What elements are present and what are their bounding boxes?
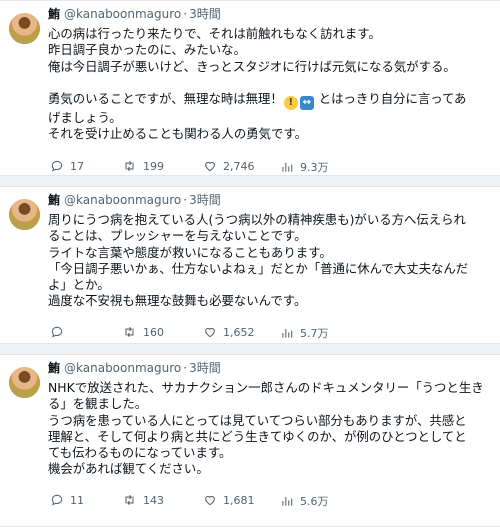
tweet-line: 心の病は行ったり来たりで、それは前触れもなく訪れます。	[48, 26, 381, 41]
exclamation-emoji-icon: !	[283, 96, 298, 111]
tweet[interactable]: 鮪 @kanaboonmaguro · 3時間 NHKで放送された、サカナクショ…	[0, 354, 500, 527]
tweet-line: る」を観ました。	[48, 396, 148, 412]
user-handle[interactable]: @kanaboonmaguro	[64, 191, 181, 209]
retweet-icon	[125, 326, 134, 338]
tweet-line: NHKで放送された、サカナクション一郎さんのドキュメンタリー「うつと生き	[48, 380, 484, 395]
reply-count: 17	[70, 159, 84, 173]
retweet-icon	[125, 494, 134, 506]
tweet[interactable]: 鮪 @kanaboonmaguro · 3時間 周りにうつ病を抱えている人(うつ…	[0, 186, 500, 344]
avatar[interactable]	[9, 13, 40, 44]
reply-count: 11	[70, 493, 84, 507]
tweet-line: 勇気のいることですが、無理な時は無理！! ↔ とはっきり自分に言ってあ	[48, 91, 490, 111]
tweet-line: 「今日調子悪いかぁ、仕方ないよねぇ」だとか「普通に休んで大丈夫なんだ	[48, 260, 469, 276]
tweet-line: ることは、プレッシャーを与えないことです。	[48, 228, 307, 244]
reply-button[interactable]: 11	[50, 493, 84, 507]
like-button[interactable]: 1,681	[203, 493, 255, 507]
reply-icon	[51, 326, 63, 338]
retweet-icon	[125, 160, 134, 172]
reply-icon	[51, 160, 63, 172]
views-button[interactable]: 9.3万	[280, 159, 329, 175]
user-handle[interactable]: @kanaboonmaguro	[64, 359, 181, 377]
tweet-line-part: 勇気のいることですが、無理な時は無理！	[48, 91, 283, 107]
retweet-button[interactable]: 160	[122, 325, 164, 339]
like-button[interactable]: 2,746	[203, 159, 255, 173]
timeline: 鮪 @kanaboonmaguro · 3時間 心の病は行ったり来たりで、それは…	[0, 0, 500, 527]
separator-dot: ·	[183, 7, 188, 21]
tweet-text: 心の病は行ったり来たりで、それは前触れもなく訪れます。 昨日調子良かったのに、み…	[48, 26, 490, 143]
like-count: 2,746	[223, 159, 255, 173]
like-button[interactable]: 1,652	[203, 325, 255, 339]
view-count: 5.6万	[300, 495, 329, 508]
retweet-button[interactable]: 199	[122, 159, 164, 173]
tweet-line: 昨日調子良かったのに、みたいな。	[48, 42, 246, 58]
tweet-line: 理解と、そして何より病と共にどう生きてゆくのか、が例のひとつとしてと	[48, 428, 467, 444]
tweet-header: 鮪 @kanaboonmaguro · 3時間	[48, 359, 221, 377]
like-count: 1,652	[223, 325, 255, 339]
tweet-text: NHKで放送された、サカナクション一郎さんのドキュメンタリー「うつと生き る」を…	[48, 380, 490, 478]
views-icon	[282, 328, 293, 338]
tweet-header: 鮪 @kanaboonmaguro · 3時間	[48, 191, 221, 209]
reply-icon	[51, 494, 63, 506]
retweet-count: 160	[143, 325, 164, 339]
tweet[interactable]: 鮪 @kanaboonmaguro · 3時間 心の病は行ったり来たりで、それは…	[0, 0, 500, 176]
views-button[interactable]: 5.6万	[280, 493, 329, 509]
tweet-line: 過度な不安視も無理な鼓舞も必要ないんです。	[48, 293, 307, 309]
tweet-line: 周りにうつ病を抱えている人(うつ病以外の精神疾患も)がいる方へ伝えられ	[48, 212, 466, 227]
heart-icon	[205, 327, 215, 338]
tweet-line: 俺は今日調子が悪いけど、きっとスタジオに行けば元気になる気がする。	[48, 58, 456, 74]
tweet-text: 周りにうつ病を抱えている人(うつ病以外の精神疾患も)がいる方へ伝えられ ることは…	[48, 212, 490, 310]
reply-button[interactable]: 17	[50, 159, 84, 173]
display-name[interactable]: 鮪	[48, 5, 60, 23]
heart-icon	[205, 161, 215, 172]
views-icon	[282, 162, 293, 172]
user-handle[interactable]: @kanaboonmaguro	[64, 5, 181, 23]
display-name[interactable]: 鮪	[48, 191, 60, 209]
timestamp[interactable]: 3時間	[189, 191, 221, 209]
avatar[interactable]	[9, 367, 40, 398]
display-name[interactable]: 鮪	[48, 359, 60, 377]
left-right-arrow-emoji-icon: ↔	[299, 96, 314, 111]
tweet-line: それを受け止めることも関わる人の勇気です。	[48, 126, 307, 142]
retweet-count: 199	[143, 159, 164, 173]
tweet-line: ライトな言葉や態度が救いになることもあります。	[48, 244, 332, 260]
retweet-button[interactable]: 143	[122, 493, 164, 507]
views-button[interactable]: 5.7万	[280, 325, 329, 341]
views-icon	[282, 496, 293, 506]
timestamp[interactable]: 3時間	[189, 359, 221, 377]
tweet-line: よ」とか。	[48, 277, 110, 293]
tweet-header: 鮪 @kanaboonmaguro · 3時間	[48, 5, 221, 23]
heart-icon	[205, 495, 215, 506]
timestamp[interactable]: 3時間	[189, 5, 221, 23]
retweet-count: 143	[143, 493, 164, 507]
tweet-line: げましょう。	[48, 110, 122, 126]
tweet-line: 機会があれば観てください。	[48, 461, 209, 477]
tweet-line: うつ病を患っている人にとっては見ていてつらい部分もありますが、共感と	[48, 412, 467, 428]
tweet-line-part: とはっきり自分に言ってあ	[314, 91, 467, 107]
view-count: 5.7万	[300, 327, 329, 340]
reply-button[interactable]	[50, 325, 70, 339]
separator-dot: ·	[183, 193, 188, 207]
separator-dot: ·	[183, 361, 188, 375]
avatar[interactable]	[9, 199, 40, 230]
view-count: 9.3万	[300, 161, 329, 174]
like-count: 1,681	[223, 493, 255, 507]
tweet-line: ても伝わるものになっています。	[48, 445, 232, 461]
